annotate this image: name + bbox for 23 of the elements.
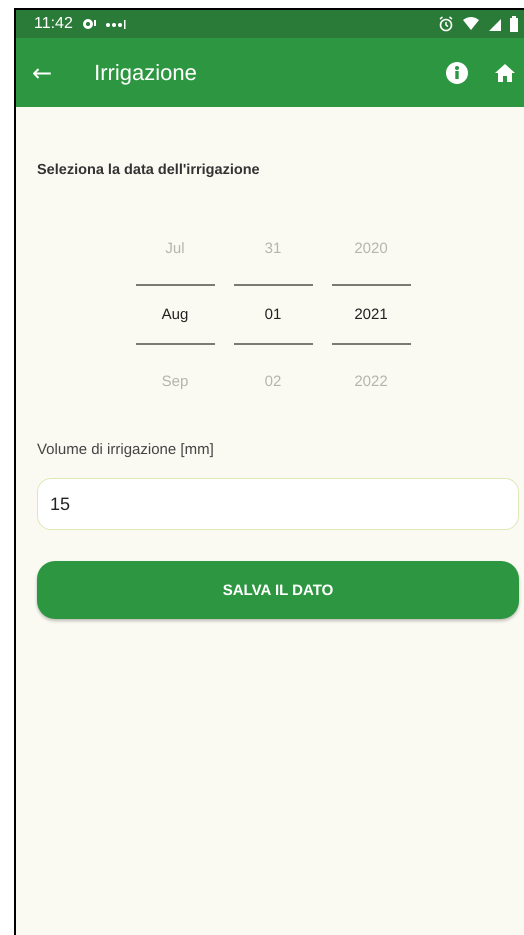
save-button[interactable]: SALVA IL DATO bbox=[37, 561, 519, 619]
picker-item[interactable]: 2020 bbox=[332, 212, 410, 284]
dots-icon bbox=[104, 19, 127, 29]
section-heading: Seleziona la data dell'irrigazione bbox=[37, 162, 261, 178]
back-button[interactable]: ← bbox=[32, 58, 52, 86]
picker-item[interactable]: 01 bbox=[234, 284, 312, 345]
field-label: Volume di irrigazione [mm] bbox=[37, 441, 215, 458]
status-time: 11:42 bbox=[34, 15, 73, 33]
picker-item[interactable]: Jul bbox=[136, 212, 214, 284]
picker-item[interactable]: 2021 bbox=[332, 284, 410, 345]
picker-item[interactable]: 31 bbox=[234, 212, 312, 284]
screen-title: Irrigazione bbox=[94, 60, 197, 86]
picker-item[interactable]: Sep bbox=[136, 345, 214, 417]
notification-icon bbox=[80, 17, 97, 31]
wifi-icon bbox=[462, 17, 480, 31]
volume-field[interactable]: 15 bbox=[37, 478, 519, 530]
info-icon[interactable] bbox=[446, 62, 468, 84]
battery-icon bbox=[510, 16, 518, 32]
alarm-icon bbox=[438, 16, 454, 32]
picker-item[interactable]: 2022 bbox=[332, 345, 410, 417]
picker-item[interactable]: Aug bbox=[136, 284, 214, 345]
picker-item[interactable]: 02 bbox=[234, 345, 312, 417]
home-icon[interactable] bbox=[494, 62, 516, 82]
